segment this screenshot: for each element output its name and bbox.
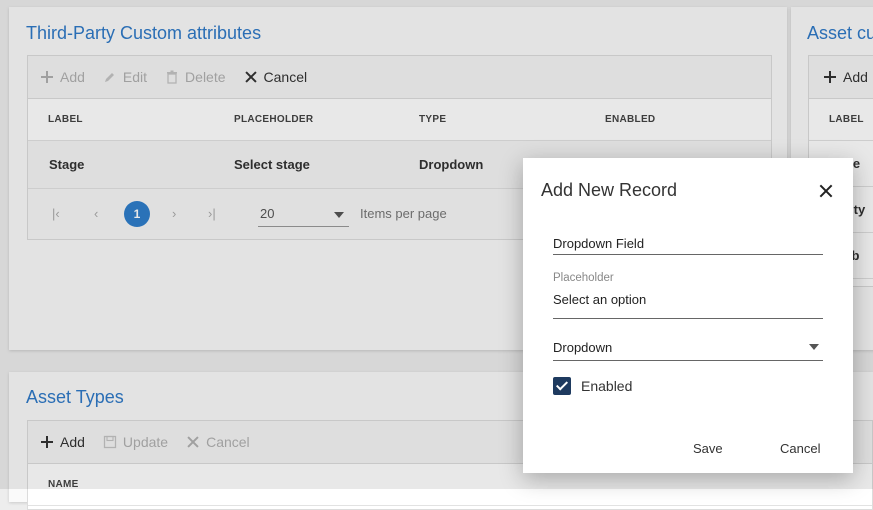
type-select-value: Dropdown — [553, 340, 613, 355]
type-select[interactable]: Dropdown — [553, 334, 823, 361]
placeholder-field[interactable]: Placeholder Select an option — [553, 272, 823, 319]
add-record-dialog: Add New Record Dropdown Field Placeholde… — [523, 158, 853, 473]
cancel-button[interactable]: Cancel — [780, 441, 820, 456]
chevron-down-icon — [809, 344, 819, 350]
enabled-label: Enabled — [581, 378, 633, 394]
label-field-value: Dropdown Field — [553, 236, 645, 251]
placeholder-field-value: Select an option — [553, 292, 647, 307]
enabled-checkbox[interactable] — [553, 377, 571, 395]
close-icon[interactable] — [819, 184, 833, 198]
save-button[interactable]: Save — [693, 441, 723, 456]
placeholder-field-label: Placeholder — [553, 272, 614, 284]
label-field[interactable]: Dropdown Field — [553, 232, 823, 255]
dialog-title: Add New Record — [541, 180, 678, 200]
